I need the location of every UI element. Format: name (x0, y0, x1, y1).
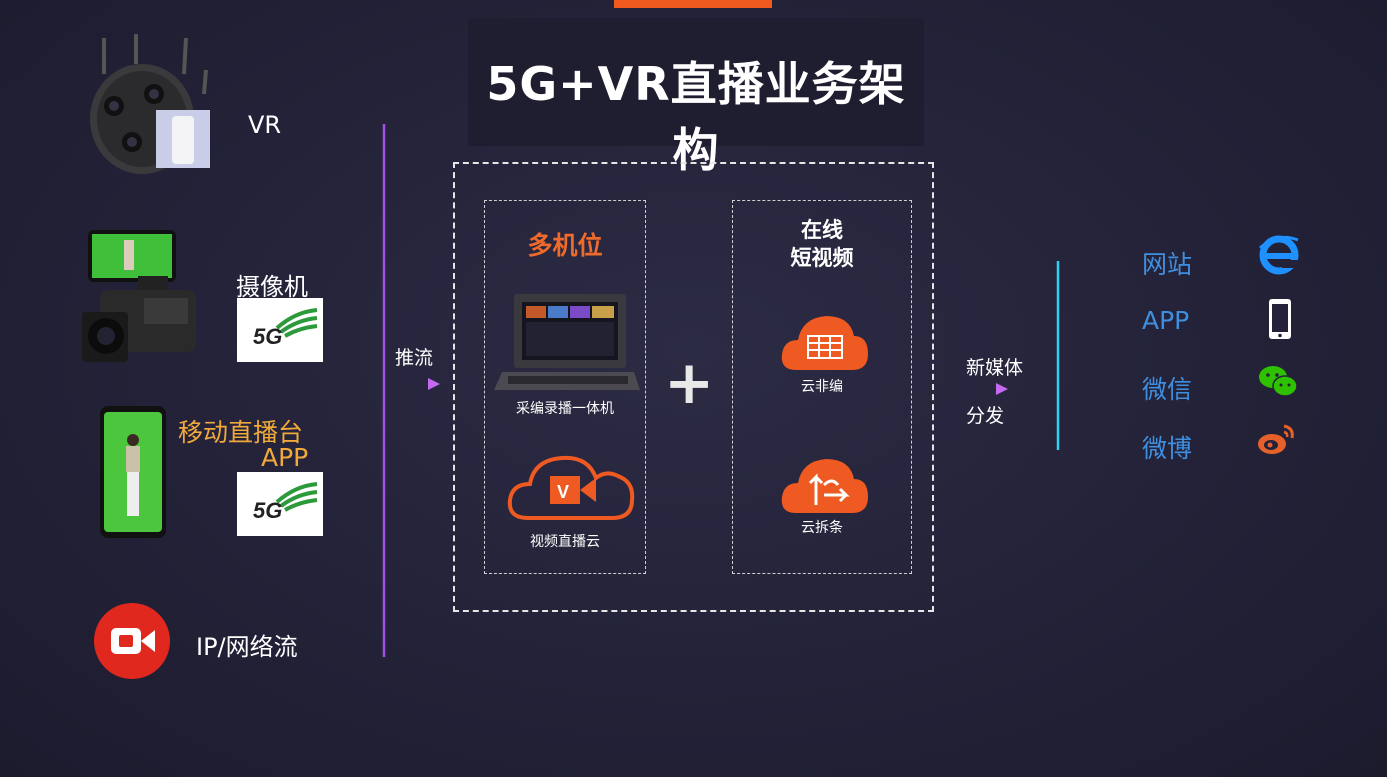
vr-camera-icon (90, 34, 210, 174)
source-ip-label: IP/网络流 (196, 633, 298, 661)
5g-text: 5G (253, 498, 282, 523)
all-in-one-label: 采编录播一体机 (516, 401, 614, 417)
video-stream-icon (94, 603, 170, 679)
cloud-split-label: 云拆条 (801, 520, 843, 536)
5g-text: 5G (253, 324, 282, 349)
5g-badge-camera: 5G (237, 298, 323, 362)
multi-camera-title: 多机位 (527, 231, 603, 260)
mobile-phone-icon (100, 406, 166, 538)
distribute-label-2: 分发 (966, 405, 1005, 427)
all-in-one-machine-icon (494, 294, 640, 390)
phone-icon (1269, 299, 1291, 339)
video-live-cloud-label: 视频直播云 (530, 534, 600, 550)
source-camera-label: 摄像机 (236, 273, 308, 301)
5g-logo-icon: 5G (253, 482, 318, 523)
plus-sign: + (664, 348, 715, 418)
ie-icon (1259, 235, 1299, 275)
distribute-label-1: 新媒体 (966, 357, 1024, 379)
source-mobile-label-2: APP (261, 443, 309, 472)
output-weibo-label: 微博 (1142, 434, 1193, 463)
output-website-label: 网站 (1142, 250, 1193, 279)
5g-badge-mobile: 5G (237, 472, 323, 536)
output-wechat-label: 微信 (1142, 375, 1193, 404)
5g-logo-icon: 5G (253, 308, 318, 349)
source-vr-label: VR (248, 111, 282, 139)
video-cloud-icon: V (507, 455, 635, 520)
cloud-edit-icon (781, 316, 868, 370)
cloud-split-icon (781, 459, 868, 513)
weibo-icon (1258, 424, 1294, 454)
camcorder-icon (82, 230, 196, 362)
video-cloud-letter: V (557, 482, 569, 502)
push-label: 推流 (395, 347, 434, 369)
short-video-title-2: 短视频 (790, 246, 854, 270)
short-video-title-1: 在线 (801, 218, 843, 242)
cloud-edit-label: 云非编 (801, 379, 843, 395)
wechat-icon (1259, 366, 1298, 397)
output-app-label: APP (1142, 306, 1190, 335)
